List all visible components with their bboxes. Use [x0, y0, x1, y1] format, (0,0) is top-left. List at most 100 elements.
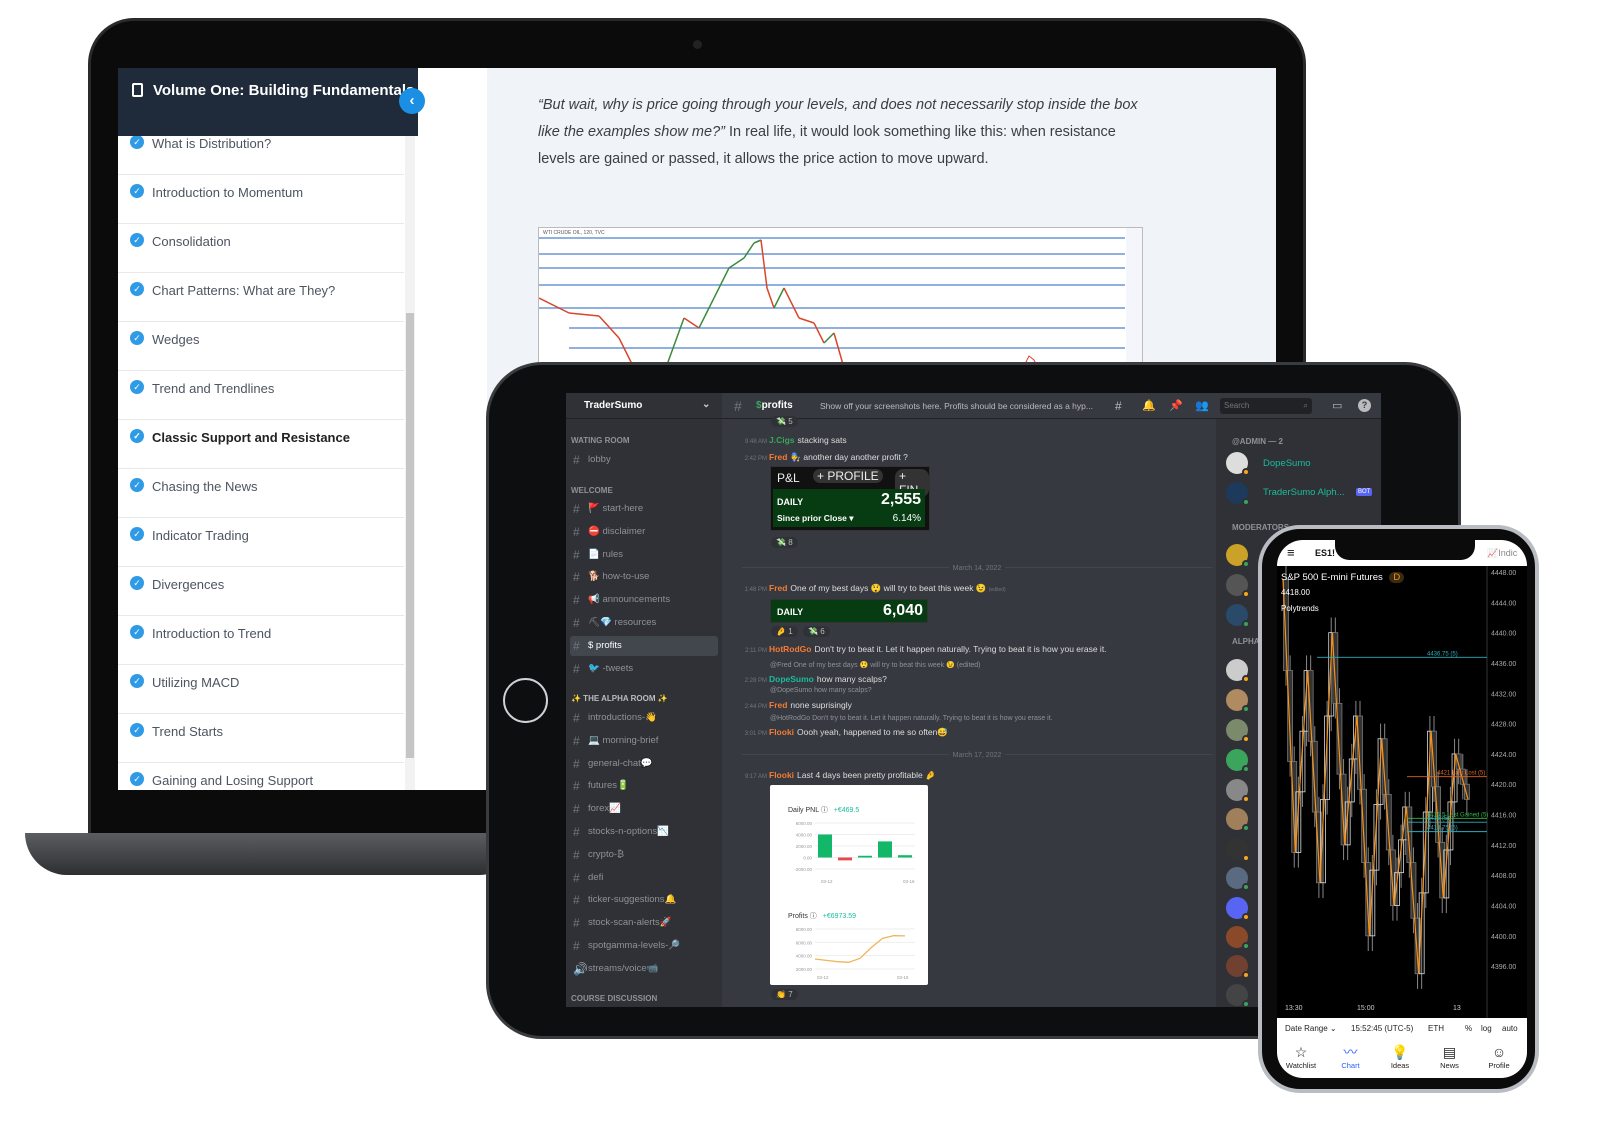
lesson-item[interactable]: ✓ What is Distribution? — [118, 136, 404, 175]
lesson-item[interactable]: ✓ Consolidation — [118, 224, 404, 273]
member-avatar[interactable] — [1226, 838, 1250, 862]
channel-item[interactable]: # 📄 rules — [570, 545, 718, 565]
tab-profile[interactable]: ☺ Profile — [1479, 1044, 1519, 1070]
member-avatar[interactable] — [1226, 544, 1250, 568]
author-name[interactable]: Flooki — [769, 727, 794, 737]
sidebar-scroll-thumb[interactable] — [406, 313, 414, 758]
member-avatar[interactable] — [1226, 779, 1250, 803]
category-alpha-room[interactable]: ✨ THE ALPHA ROOM ✨ — [571, 694, 668, 703]
tab-ideas[interactable]: 💡 Ideas — [1380, 1044, 1420, 1070]
tablet-home-button[interactable] — [503, 678, 548, 723]
author-name[interactable]: J.Cigs — [769, 435, 795, 445]
date-range-button[interactable]: Date Range ⌄ — [1285, 1018, 1337, 1040]
symbol-button[interactable]: ES1! — [1315, 548, 1335, 558]
channel-item[interactable]: # 💻 morning-brief — [570, 731, 718, 751]
member-avatar[interactable] — [1226, 574, 1250, 598]
avatar[interactable] — [1226, 482, 1250, 506]
search-input[interactable]: Search ⌕ — [1220, 398, 1312, 414]
channel-item[interactable]: # stocks-n-options📉 — [570, 822, 718, 842]
channel-item[interactable]: # spotgamma-levels-🔎 — [570, 936, 718, 956]
watchlist-icon: ☆ — [1294, 1044, 1308, 1060]
inbox-icon[interactable]: ▭ — [1332, 393, 1342, 419]
channel-item[interactable]: # $ profits — [570, 635, 718, 656]
channel-item[interactable]: # crypto-₿ — [570, 845, 718, 865]
member-avatar[interactable] — [1226, 749, 1250, 773]
members-icon[interactable]: 👥 — [1195, 393, 1209, 419]
member-avatar[interactable] — [1226, 604, 1250, 628]
author-name[interactable]: Fred — [769, 452, 787, 462]
lesson-item[interactable]: ✓ Introduction to Trend — [118, 616, 404, 665]
pin-icon[interactable]: 📌 — [1169, 393, 1183, 419]
member-avatar[interactable] — [1226, 955, 1250, 979]
channel-item[interactable]: # 📢 announcements — [570, 590, 718, 610]
lesson-item[interactable]: ✓ Chasing the News — [118, 469, 404, 518]
member-avatar[interactable] — [1226, 867, 1250, 891]
server-header[interactable]: TraderSumo ⌄ — [566, 393, 722, 419]
oil-chart-image: WTI CRUDE OIL, 120, TVC — [538, 227, 1143, 367]
author-name[interactable]: Fred — [769, 700, 787, 710]
price-chart[interactable]: 4448.00 4444.00 4440.00 4436.00 4432.00 4428.… — [1277, 566, 1527, 1018]
channel-item[interactable]: # ticker-suggestions🔔 — [570, 890, 718, 910]
lesson-item[interactable]: ✓ Trend and Trendlines — [118, 371, 404, 420]
author-name[interactable]: Fred — [769, 583, 787, 593]
lesson-item[interactable]: ✓ Gaining and Losing Support — [118, 763, 404, 790]
category-welcome[interactable]: WELCOME — [571, 486, 613, 495]
log-toggle[interactable]: log — [1481, 1018, 1492, 1040]
lesson-item[interactable]: ✓ Introduction to Momentum — [118, 175, 404, 224]
member-avatar[interactable] — [1226, 897, 1250, 921]
member-avatar[interactable] — [1226, 659, 1250, 683]
pnl-screenshot[interactable]: P&L + PROFILE + FIN DAILY 2,555 Since pr… — [770, 466, 930, 531]
pnl-dashboard-screenshot[interactable]: Daily PNL ⓘ +€469.5 6000.00 4000.00 2000.0… — [770, 785, 928, 985]
channel-item[interactable]: # defi — [570, 868, 718, 888]
menu-icon[interactable]: ≡ — [1287, 545, 1295, 560]
channel-item[interactable]: # stock-scan-alerts🚀 — [570, 913, 718, 933]
member-name[interactable]: DopeSumo — [1263, 458, 1311, 469]
threads-icon[interactable]: # — [1115, 393, 1122, 419]
lesson-item[interactable]: ✓ Classic Support and Resistance — [118, 420, 404, 469]
indicator-name[interactable]: Polytrends — [1281, 604, 1319, 613]
lesson-item[interactable]: ✓ Chart Patterns: What are They? — [118, 273, 404, 322]
author-name[interactable]: Flooki — [769, 770, 794, 780]
collapse-sidebar-button[interactable]: ‹ — [399, 88, 425, 114]
lesson-item[interactable]: ✓ Wedges — [118, 322, 404, 371]
channel-item[interactable]: # general-chat💬 — [570, 754, 718, 774]
channel-item[interactable]: # lobby — [570, 450, 718, 470]
author-name[interactable]: HotRodGo — [769, 644, 812, 654]
channel-item[interactable]: 🔊 streams/voice📹 — [570, 959, 718, 979]
indicators-button[interactable]: 📈Indic — [1487, 548, 1517, 559]
reaction: 💸 5 — [771, 416, 798, 427]
member-avatar[interactable] — [1226, 984, 1250, 1007]
lesson-item[interactable]: ✓ Utilizing MACD — [118, 665, 404, 714]
lesson-item[interactable]: ✓ Trend Starts — [118, 714, 404, 763]
tab-chart[interactable]: 〰 Chart — [1331, 1044, 1371, 1070]
channel-item[interactable]: # ⛔ disclaimer — [570, 522, 718, 542]
avatar[interactable] — [1226, 452, 1250, 476]
lesson-item[interactable]: ✓ Indicator Trading — [118, 518, 404, 567]
category-waiting-room[interactable]: WATING ROOM — [571, 436, 630, 445]
member-avatar[interactable] — [1226, 689, 1250, 713]
lesson-item[interactable]: ✓ Divergences — [118, 567, 404, 616]
auto-toggle[interactable]: auto — [1502, 1018, 1518, 1040]
member-avatar[interactable] — [1226, 719, 1250, 743]
daily-screenshot[interactable]: DAILY 6,040 — [770, 599, 928, 623]
channel-item[interactable]: # 🐕 how-to-use — [570, 567, 718, 587]
author-name[interactable]: DopeSumo — [769, 674, 814, 684]
channel-item[interactable]: # ⛏💎 resources — [570, 613, 718, 633]
member-name[interactable]: TraderSumo Alph... — [1263, 487, 1345, 498]
session-button[interactable]: ETH — [1428, 1018, 1444, 1040]
category-course-discussion[interactable]: COURSE DISCUSSION — [571, 994, 657, 1003]
channel-item[interactable]: # futures🔋 — [570, 776, 718, 796]
member-avatar[interactable] — [1226, 808, 1250, 832]
member-avatar[interactable] — [1226, 926, 1250, 950]
channel-item[interactable]: # 🚩 start-here — [570, 499, 718, 519]
bell-icon[interactable]: 🔔 — [1142, 393, 1156, 419]
tab-news[interactable]: ▤ News — [1430, 1044, 1470, 1070]
channel-item[interactable]: # introductions-👋 — [570, 708, 718, 728]
channel-item[interactable]: # forex📈 — [570, 799, 718, 819]
search-placeholder: Search — [1224, 401, 1250, 410]
tab-watchlist[interactable]: ☆ Watchlist — [1281, 1044, 1321, 1070]
channel-item[interactable]: # 🐦 -tweets — [570, 659, 718, 679]
interval-badge[interactable]: D — [1389, 572, 1405, 583]
percent-toggle[interactable]: % — [1465, 1018, 1472, 1040]
help-icon[interactable]: ? — [1358, 399, 1371, 412]
